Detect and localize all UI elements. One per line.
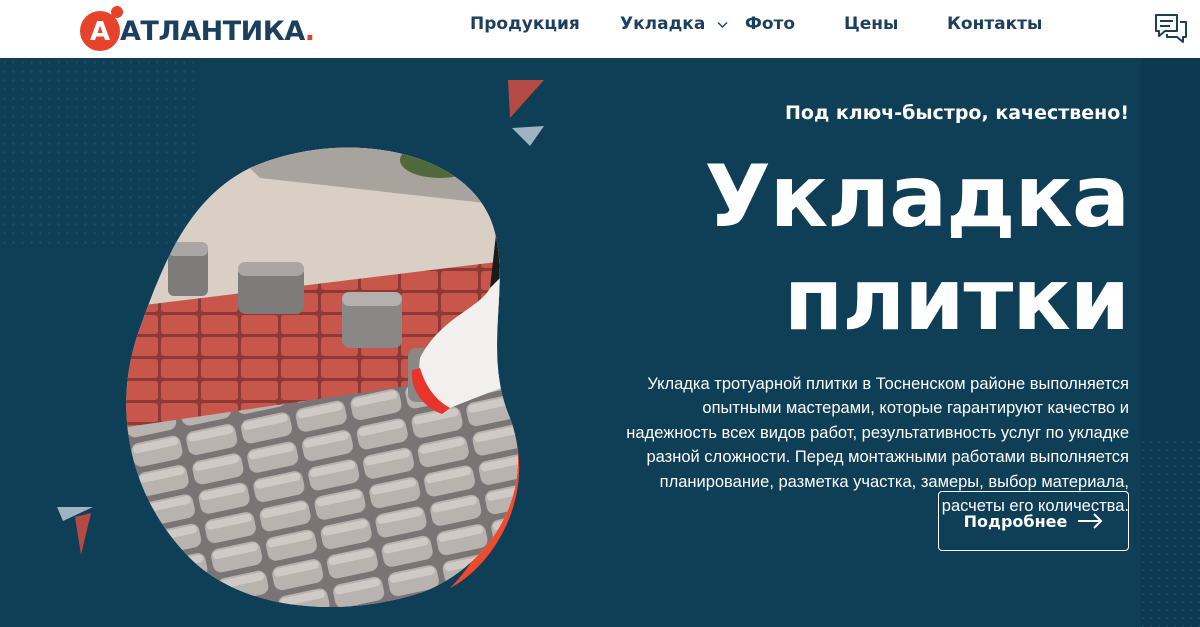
nav-item-photo[interactable]: Фото — [745, 14, 795, 38]
nav-item-products[interactable]: Продукция — [470, 14, 580, 38]
nav-item-installation[interactable]: Укладка — [620, 14, 728, 38]
panel-decor — [1141, 440, 1200, 627]
nav-item-contacts[interactable]: Контакты — [947, 14, 1042, 38]
nav-item-prices[interactable]: Цены — [844, 14, 898, 38]
more-details-label: Подробнее — [963, 511, 1068, 531]
arrow-right-icon — [1078, 513, 1103, 529]
hero-title-line1: Укладка — [704, 147, 1130, 247]
hero-title: Укладка плитки — [704, 146, 1130, 352]
logo-mark-letter: А — [90, 17, 110, 47]
hero-title-line2: плитки — [783, 250, 1130, 350]
chat-side-panel — [1141, 0, 1200, 627]
chat-bubbles-icon — [1154, 14, 1187, 43]
brand-logo[interactable]: А АТЛАНТИКА. — [76, 6, 315, 52]
hero-image — [126, 147, 520, 608]
hero-slogan: Под ключ-быстро, качествено! — [784, 102, 1129, 124]
logo-mark-icon: А — [76, 6, 124, 52]
brand-name: АТЛАНТИКА. — [120, 15, 315, 47]
chevron-down-icon — [717, 14, 728, 34]
site-header: А АТЛАНТИКА. Продукция Укладка Фото Цены… — [0, 0, 1141, 58]
more-details-button[interactable]: Подробнее — [938, 491, 1129, 551]
triangle-decor-bottom — [57, 507, 93, 555]
chat-button[interactable] — [1141, 0, 1200, 58]
